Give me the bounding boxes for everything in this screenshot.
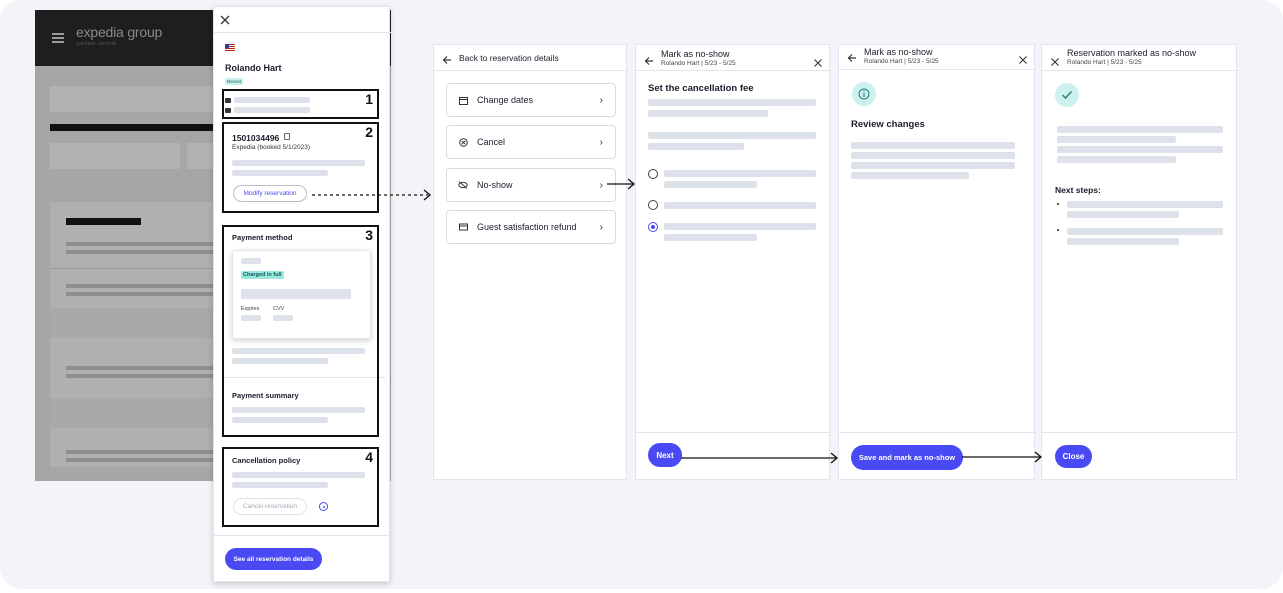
arrow-save-to-step3 — [962, 451, 1043, 463]
canvas: expedia group partner central Rolando Ha… — [0, 0, 1283, 589]
arrow-noshow-to-step1 — [607, 178, 636, 190]
flow-arrows — [312, 178, 1043, 464]
arrow-next-to-step2 — [681, 452, 839, 464]
arrow-modify-to-actions — [312, 189, 432, 201]
